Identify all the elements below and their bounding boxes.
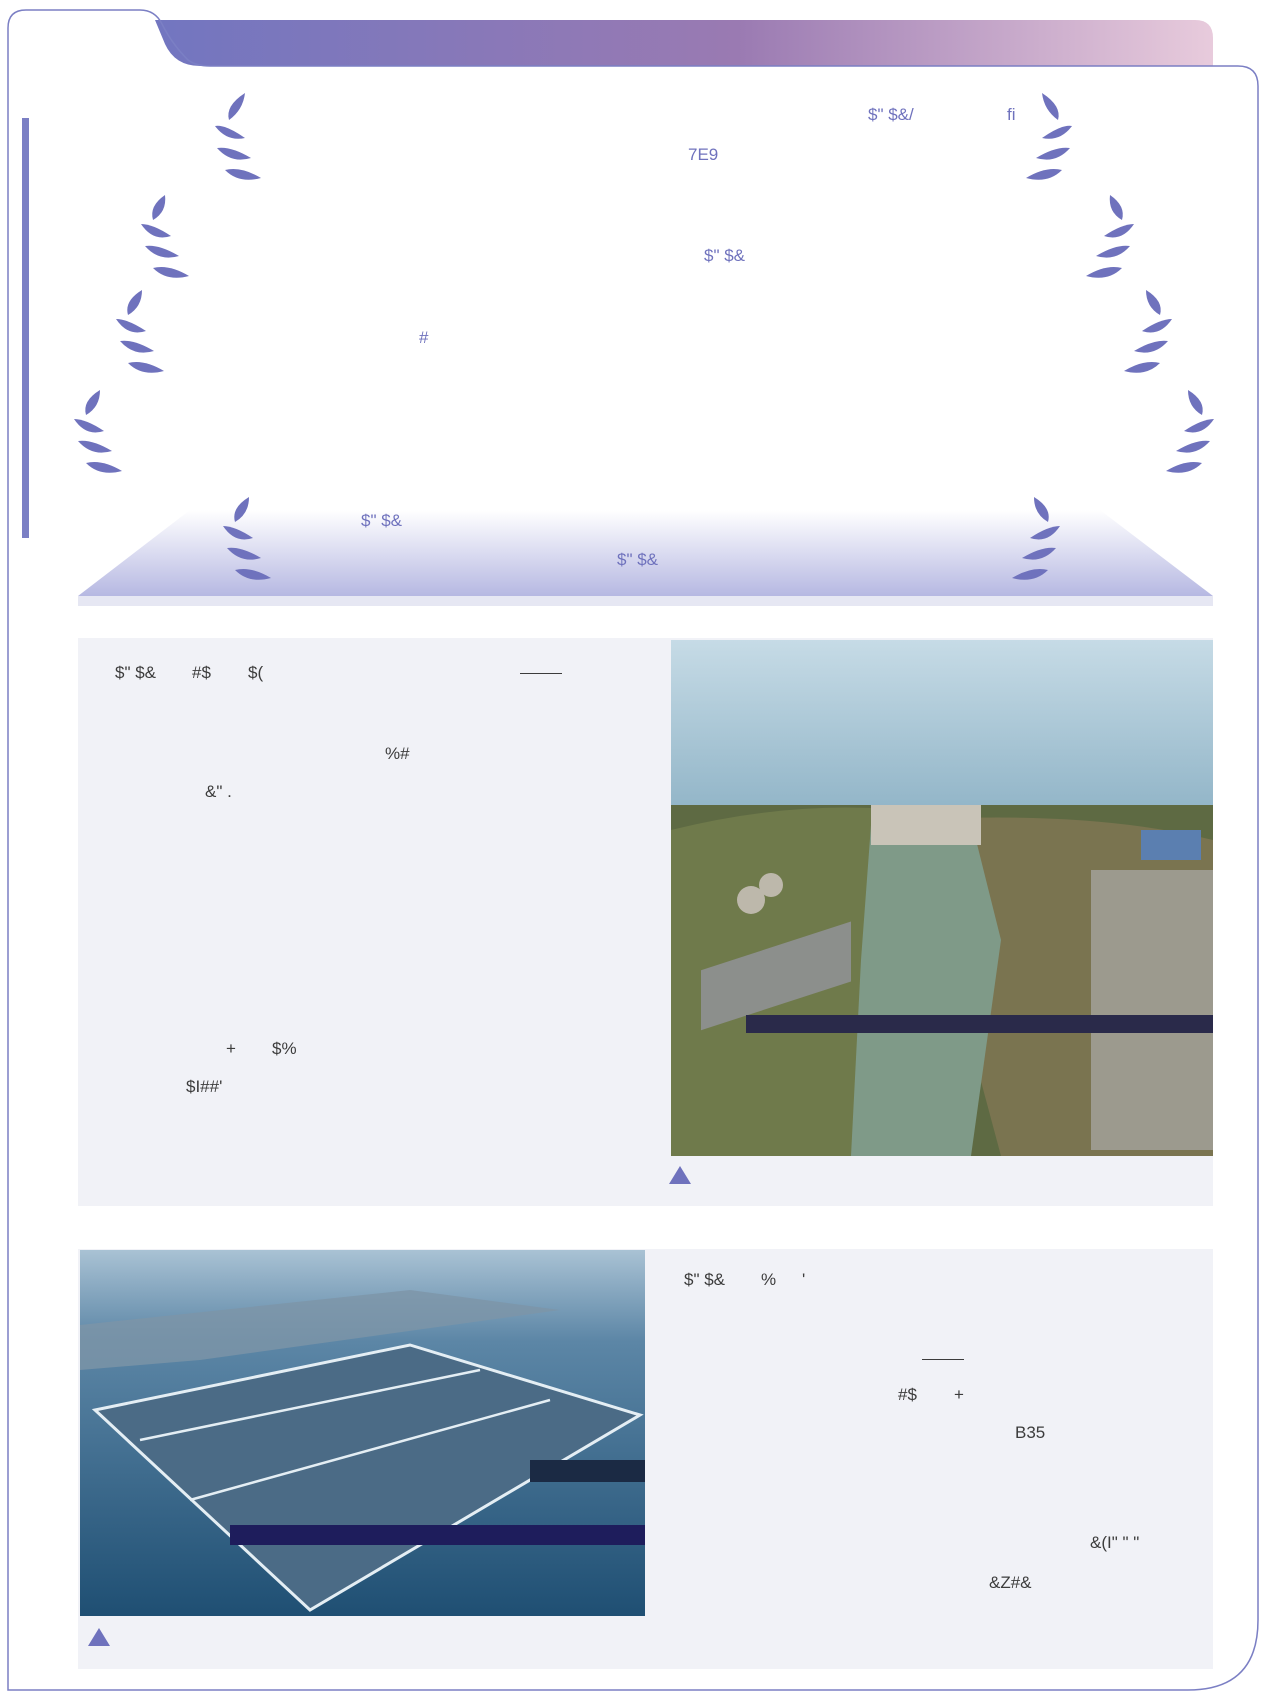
section1-text: $I##' bbox=[186, 1077, 223, 1096]
section2-text: &(I" " " bbox=[1090, 1533, 1140, 1552]
section1-text: #$ bbox=[192, 663, 211, 682]
section2-text: ' bbox=[802, 1270, 806, 1289]
floating-solar-photo bbox=[80, 1250, 645, 1616]
section2-text: #$ bbox=[898, 1385, 917, 1404]
dam-photo bbox=[671, 640, 1213, 1156]
header-text-1b: fi bbox=[1007, 105, 1016, 124]
laurel-icon bbox=[223, 497, 271, 580]
sidebar-accent-bar bbox=[22, 118, 29, 538]
laurel-icon bbox=[74, 390, 122, 473]
section1-text: $( bbox=[248, 663, 264, 682]
banner-text-1: $" $& bbox=[361, 511, 403, 530]
laurel-icon bbox=[116, 290, 164, 373]
triangle-icon bbox=[669, 1166, 691, 1184]
banner-text-2: $" $& bbox=[617, 550, 659, 569]
section1-text: &" . bbox=[205, 782, 232, 801]
header-text-3: $" $& bbox=[704, 246, 746, 265]
laurel-icon bbox=[1086, 195, 1134, 278]
section1-dash bbox=[520, 673, 562, 674]
header-text-4: # bbox=[419, 328, 429, 347]
laurel-icon bbox=[1026, 93, 1072, 180]
laurel-icon bbox=[1124, 290, 1172, 373]
section2-dash bbox=[922, 1359, 964, 1360]
triangle-icon bbox=[88, 1628, 110, 1646]
section2-text: $" $& bbox=[684, 1270, 726, 1289]
laurel-icon bbox=[215, 93, 261, 180]
section2-text: % bbox=[761, 1270, 777, 1289]
section1-text: $% bbox=[272, 1039, 297, 1058]
laurel-icon bbox=[1166, 390, 1214, 473]
section1-text: %# bbox=[385, 744, 410, 763]
section2-text: + bbox=[954, 1385, 964, 1404]
section2-text: B35 bbox=[1015, 1423, 1046, 1442]
section1-text: $" $& bbox=[115, 663, 157, 682]
header-text-2: 7E9 bbox=[688, 145, 719, 164]
laurel-icon bbox=[141, 195, 189, 278]
laurel-icon bbox=[1012, 497, 1060, 580]
header-text-1a: $" $&/ bbox=[868, 105, 914, 124]
section1-text: + bbox=[226, 1039, 236, 1058]
section2-text: &Z#& bbox=[989, 1573, 1032, 1592]
